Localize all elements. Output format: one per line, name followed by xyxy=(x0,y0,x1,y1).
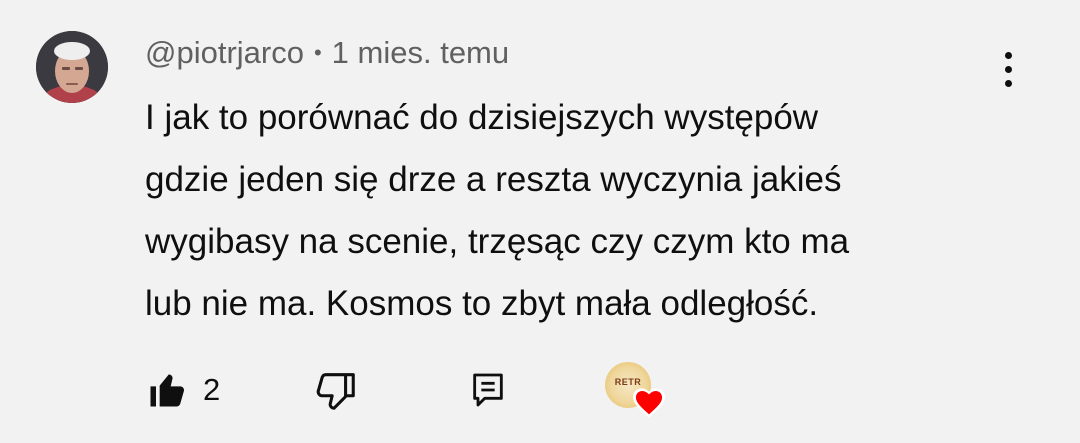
comment-header: @piotrjarco • 1 mies. temu xyxy=(145,33,509,73)
comment-reply-icon xyxy=(473,373,503,407)
comment-timestamp[interactable]: 1 mies. temu xyxy=(332,35,509,71)
dislike-button[interactable] xyxy=(313,362,359,418)
menu-dot xyxy=(1004,79,1012,87)
comment-actions: 2 RETR xyxy=(145,362,705,418)
like-count: 2 xyxy=(203,372,221,407)
creator-heart-badge[interactable]: RETR xyxy=(605,362,667,420)
author-handle[interactable]: @piotrjarco xyxy=(145,35,304,71)
comment-card: @piotrjarco • 1 mies. temu I jak to poró… xyxy=(0,0,1080,443)
menu-dot xyxy=(1004,65,1012,73)
author-avatar[interactable] xyxy=(36,31,108,103)
thumb-down-outline-icon xyxy=(316,373,355,410)
creator-avatar-logo: RETR xyxy=(614,377,642,387)
reply-button[interactable] xyxy=(468,362,508,418)
menu-dot xyxy=(1004,51,1012,59)
comment-text: I jak to porównać do dzisiejszych występ… xyxy=(145,98,850,323)
author-photo xyxy=(36,31,108,103)
like-button[interactable]: 2 xyxy=(145,362,220,418)
heart-icon xyxy=(633,388,665,418)
thumb-up-filled-icon xyxy=(150,374,185,407)
header-separator: • xyxy=(313,40,322,65)
